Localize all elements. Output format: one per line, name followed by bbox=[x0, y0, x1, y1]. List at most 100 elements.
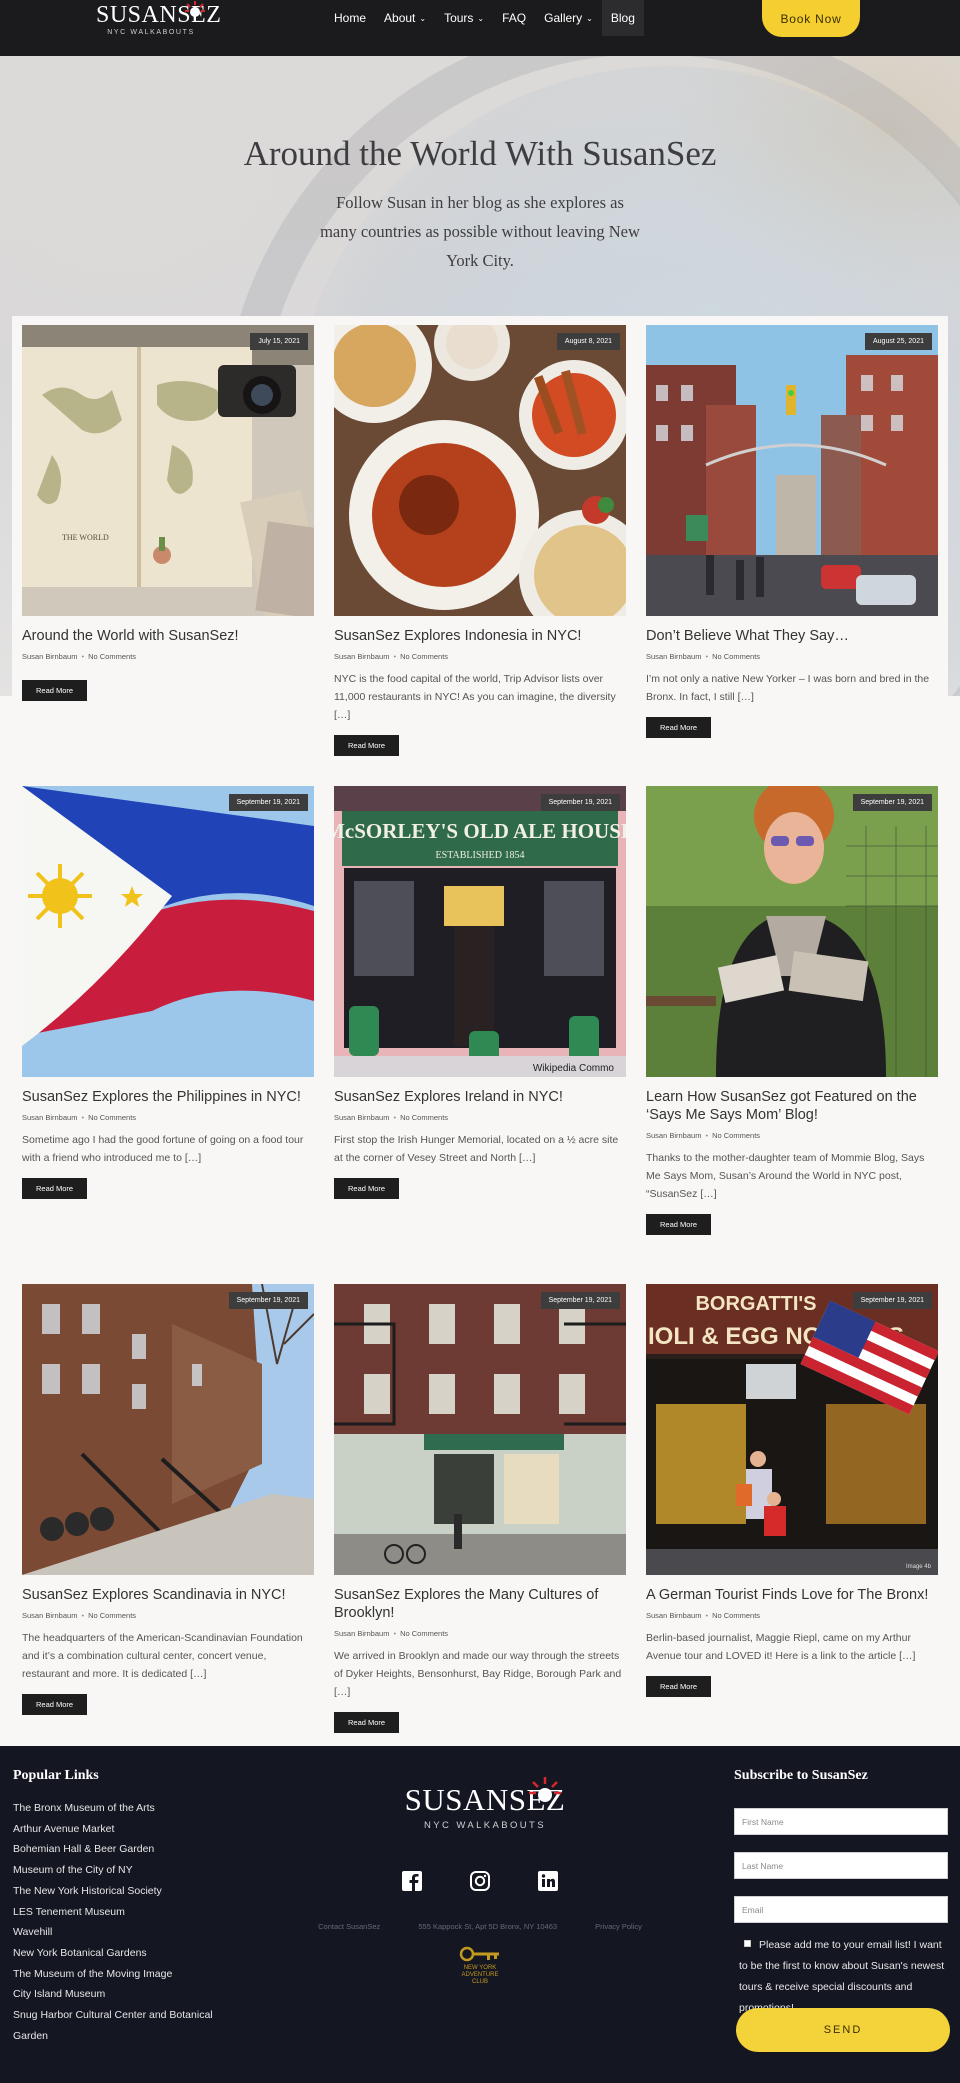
post-title[interactable]: Learn How SusanSez got Featured on the ‘… bbox=[646, 1088, 938, 1124]
post-excerpt: First stop the Irish Hunger Memorial, lo… bbox=[334, 1134, 619, 1164]
post-title[interactable]: A German Tourist Finds Love for The Bron… bbox=[646, 1586, 938, 1604]
post-excerpt: Sometime ago I had the good fortune of g… bbox=[22, 1134, 304, 1164]
post-date-badge: September 19, 2021 bbox=[540, 1292, 620, 1309]
privacy-policy-link[interactable]: Privacy Policy bbox=[595, 1922, 642, 1931]
post-thumbnail-world-map[interactable]: THE WORLD July 15, 2021 bbox=[22, 325, 314, 616]
post-thumbnail-brooklyn[interactable]: September 19, 2021 bbox=[334, 1284, 626, 1575]
post-meta: Susan Birnbaum • No Comments bbox=[334, 1629, 449, 1638]
post-author[interactable]: Susan Birnbaum bbox=[22, 1113, 77, 1122]
post-comments[interactable]: No Comments bbox=[712, 1611, 760, 1620]
badge-line-2: ADVENTURE CLUB bbox=[461, 1972, 499, 1985]
footer-link[interactable]: New York Botanical Gardens bbox=[13, 1943, 223, 1964]
contact-link[interactable]: Contact SusanSez bbox=[318, 1922, 380, 1931]
footer-link[interactable]: City Island Museum bbox=[13, 1984, 223, 2005]
post-excerpt: Berlin-based journalist, Maggie Riepl, c… bbox=[646, 1632, 916, 1662]
email-field[interactable]: Email bbox=[734, 1896, 948, 1923]
post-author[interactable]: Susan Birnbaum bbox=[334, 652, 389, 661]
first-name-field[interactable]: First Name bbox=[734, 1808, 948, 1835]
instagram-icon[interactable] bbox=[469, 1870, 491, 1892]
post-comments[interactable]: No Comments bbox=[400, 1113, 448, 1122]
read-more-button[interactable]: Read More bbox=[646, 717, 712, 738]
post-comments[interactable]: No Comments bbox=[400, 652, 448, 661]
chevron-down-icon: ⌄ bbox=[586, 13, 593, 23]
post-card: August 25, 2021 Don’t Believe What They … bbox=[646, 325, 938, 738]
nav-home[interactable]: Home bbox=[325, 0, 375, 36]
linkedin-icon[interactable] bbox=[537, 1870, 559, 1892]
footer-link[interactable]: The Museum of the Moving Image bbox=[13, 1964, 223, 1985]
footer-link[interactable]: Museum of the City of NY bbox=[13, 1860, 223, 1881]
popular-links-heading: Popular Links bbox=[13, 1768, 99, 1783]
post-author[interactable]: Susan Birnbaum bbox=[646, 1611, 701, 1620]
read-more-button[interactable]: Read More bbox=[22, 1694, 88, 1715]
post-excerpt: The headquarters of the American-Scandin… bbox=[22, 1632, 303, 1680]
adventure-club-badge[interactable]: NEW YORK ADVENTURE CLUB bbox=[455, 1946, 505, 1986]
post-comments[interactable]: No Comments bbox=[88, 1113, 136, 1122]
sun-logo-icon bbox=[185, 1, 205, 17]
post-title[interactable]: Around the World with SusanSez! bbox=[22, 627, 314, 645]
photo-credit: Image 4b bbox=[906, 1564, 932, 1570]
post-thumbnail-bronx[interactable]: BORGATTI'S IOLI & EGG NOODLES Image 4b S… bbox=[646, 1284, 938, 1575]
post-comments[interactable]: No Comments bbox=[88, 652, 136, 661]
post-comments[interactable]: No Comments bbox=[88, 1611, 136, 1620]
post-excerpt: Thanks to the mother-daughter team of Mo… bbox=[646, 1152, 925, 1200]
post-comments[interactable]: No Comments bbox=[712, 1131, 760, 1140]
nav-gallery[interactable]: Gallery ⌄ bbox=[535, 0, 602, 36]
footer-logo[interactable]: SUSANSEZ NYC WALKABOUTS bbox=[400, 1777, 570, 1831]
site-logo[interactable]: SUSANSEZ NYC WALKABOUTS bbox=[96, 1, 221, 40]
post-thumbnail-ireland[interactable]: McSORLEY'S OLD ALE HOUSE ESTABLISHED 185… bbox=[334, 786, 626, 1077]
post-meta: Susan Birnbaum • No Comments bbox=[646, 1131, 761, 1140]
nav-blog-label: Blog bbox=[610, 11, 635, 25]
post-thumbnail-scandinavia[interactable]: September 19, 2021 bbox=[22, 1284, 314, 1575]
post-author[interactable]: Susan Birnbaum bbox=[22, 1611, 77, 1620]
post-title[interactable]: Don’t Believe What They Say… bbox=[646, 627, 938, 645]
post-card: McSORLEY'S OLD ALE HOUSE ESTABLISHED 185… bbox=[334, 786, 626, 1199]
read-more-button[interactable]: Read More bbox=[646, 1676, 712, 1697]
post-author[interactable]: Susan Birnbaum bbox=[22, 652, 77, 661]
hero-subtitle: Follow Susan in her blog as she explores… bbox=[320, 193, 640, 270]
footer-link[interactable]: The Bronx Museum of the Arts bbox=[13, 1798, 223, 1819]
post-title[interactable]: SusanSez Explores Scandinavia in NYC! bbox=[22, 1586, 314, 1604]
post-thumbnail-little-italy[interactable]: August 25, 2021 bbox=[646, 325, 938, 616]
read-more-button[interactable]: Read More bbox=[646, 1214, 712, 1235]
brownstones-photo bbox=[22, 1284, 314, 1575]
send-button[interactable]: SEND bbox=[736, 2008, 950, 2052]
footer-link[interactable]: Snug Harbor Cultural Center and Botanica… bbox=[13, 2005, 223, 2046]
post-title[interactable]: SusanSez Explores Ireland in NYC! bbox=[334, 1088, 626, 1106]
post-card: BORGATTI'S IOLI & EGG NOODLES Image 4b S… bbox=[646, 1284, 938, 1697]
post-comments[interactable]: No Comments bbox=[712, 652, 760, 661]
read-more-button[interactable]: Read More bbox=[334, 1178, 400, 1199]
nav-tours[interactable]: Tours ⌄ bbox=[435, 0, 493, 36]
post-title[interactable]: SusanSez Explores the Philippines in NYC… bbox=[22, 1088, 314, 1106]
post-author[interactable]: Susan Birnbaum bbox=[334, 1629, 389, 1638]
post-date-badge: August 8, 2021 bbox=[556, 333, 620, 350]
post-title[interactable]: SusanSez Explores the Many Cultures of B… bbox=[334, 1586, 626, 1622]
post-thumbnail-indonesia[interactable]: August 8, 2021 bbox=[334, 325, 626, 616]
post-author[interactable]: Susan Birnbaum bbox=[646, 652, 701, 661]
nav-blog[interactable]: Blog bbox=[601, 0, 644, 36]
read-more-button[interactable]: Read More bbox=[22, 680, 88, 701]
last-name-field[interactable]: Last Name bbox=[734, 1852, 948, 1879]
read-more-button[interactable]: Read More bbox=[22, 1178, 88, 1199]
post-excerpt: I’m not only a native New Yorker – I was… bbox=[646, 673, 930, 703]
footer-link[interactable]: The New York Historical Society bbox=[13, 1881, 223, 1902]
pub-established-text: ESTABLISHED 1854 bbox=[436, 850, 525, 861]
footer-link[interactable]: Bohemian Hall & Beer Garden bbox=[13, 1839, 223, 1860]
footer-link[interactable]: Arthur Avenue Market bbox=[13, 1819, 223, 1840]
read-more-button[interactable]: Read More bbox=[334, 735, 400, 756]
footer-link[interactable]: LES Tenement Museum bbox=[13, 1902, 223, 1923]
nav-about-label: About bbox=[384, 11, 416, 25]
post-title[interactable]: SusanSez Explores Indonesia in NYC! bbox=[334, 627, 626, 645]
post-meta: Susan Birnbaum • No Comments bbox=[22, 1113, 137, 1122]
post-thumbnail-philippines[interactable]: September 19, 2021 bbox=[22, 786, 314, 1077]
read-more-button[interactable]: Read More bbox=[334, 1712, 400, 1733]
post-comments[interactable]: No Comments bbox=[400, 1629, 448, 1638]
facebook-icon[interactable] bbox=[401, 1870, 423, 1892]
post-thumbnail-says-me-says-mom[interactable]: September 19, 2021 bbox=[646, 786, 938, 1077]
nav-faq[interactable]: FAQ bbox=[493, 0, 535, 36]
subscribe-heading: Subscribe to SusanSez bbox=[734, 1768, 868, 1783]
footer-meta-row: Contact SusanSez 555 Kappock St, Apt 5D … bbox=[0, 1922, 960, 1931]
post-author[interactable]: Susan Birnbaum bbox=[646, 1131, 701, 1140]
book-now-button[interactable]: Book Now bbox=[762, 0, 860, 37]
post-author[interactable]: Susan Birnbaum bbox=[334, 1113, 389, 1122]
nav-about[interactable]: About ⌄ bbox=[375, 0, 435, 36]
